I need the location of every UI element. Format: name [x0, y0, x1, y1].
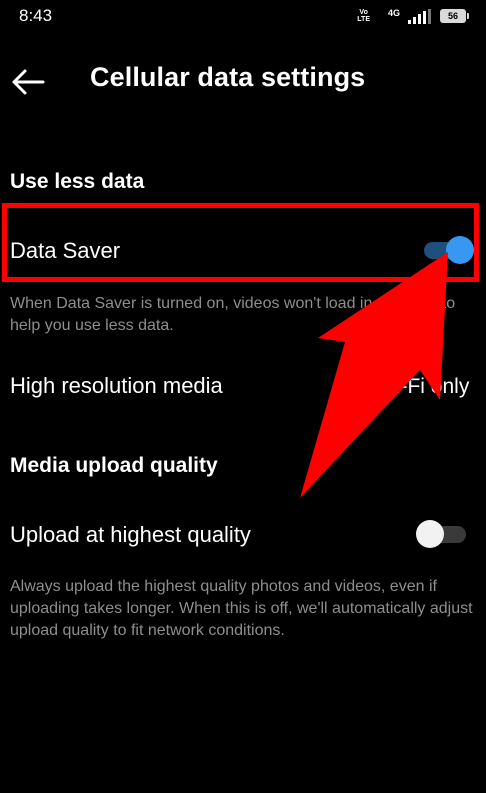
upload-highest-quality-label: Upload at highest quality: [10, 522, 251, 547]
battery-icon: 56: [440, 9, 469, 23]
data-saver-toggle[interactable]: [422, 236, 474, 264]
page-title: Cellular data settings: [90, 62, 366, 92]
upload-highest-quality-description: Always upload the highest quality photos…: [10, 578, 473, 639]
section-title-use-less-data: Use less data: [10, 170, 145, 193]
back-arrow-icon: [12, 69, 45, 95]
battery-level: 56: [447, 11, 458, 21]
volte-bottom-label: LTE: [357, 16, 370, 23]
upload-highest-quality-toggle[interactable]: [416, 520, 468, 548]
status-time: 8:43: [19, 6, 53, 25]
toggle-thumb: [446, 236, 474, 264]
back-button[interactable]: [8, 62, 48, 102]
data-saver-description: When Data Saver is turned on, videos won…: [10, 295, 456, 334]
data-saver-label: Data Saver: [10, 238, 121, 263]
high-resolution-media-label: High resolution media: [10, 373, 223, 398]
high-resolution-media-value: Wi-Fi only: [376, 375, 470, 398]
signal-strength-icon: [408, 9, 431, 24]
volte-icon: Vo LTE: [357, 9, 370, 23]
toggle-thumb: [416, 520, 444, 548]
volte-top-label: Vo: [359, 9, 368, 16]
status-bar: 8:43 Vo LTE 4G 56: [0, 0, 486, 34]
network-type-icon: 4G: [387, 8, 400, 18]
section-title-media-upload-quality: Media upload quality: [10, 454, 218, 477]
